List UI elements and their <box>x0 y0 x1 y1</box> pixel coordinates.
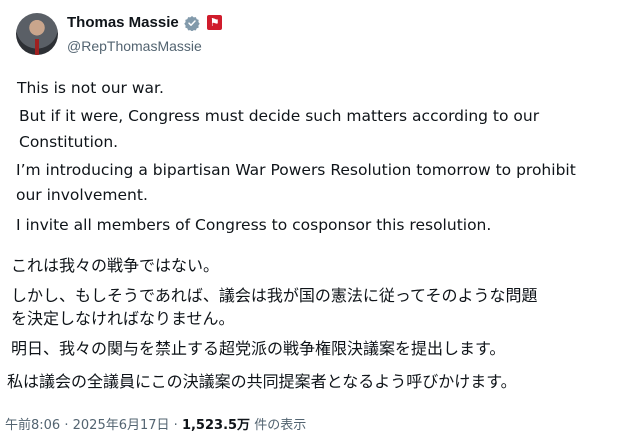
tweet-text-line: But if it were, Congress must decide suc… <box>19 107 540 125</box>
verified-badge-icon <box>184 16 200 31</box>
tweet-translation-line: しかし、もしそうであれば、議会は我が国の憲法に従ってそのような問題 <box>11 286 538 305</box>
tweet-text-line: I’m introducing a bipartisan War Powers … <box>16 161 576 179</box>
tweet-time[interactable]: 午前8:06 <box>5 418 60 433</box>
tweet-translation-line: を決定しなければなりません。 <box>11 309 235 328</box>
avatar[interactable] <box>16 13 58 55</box>
tweet-translation-line: 私は議会の全議員にこの決議案の共同提案者となるよう呼びかけます。 <box>7 372 517 391</box>
author-name[interactable]: Thomas Massie <box>67 14 179 31</box>
government-flag-icon: ⚑ <box>207 15 222 30</box>
author-handle[interactable]: @RepThomasMassie <box>67 38 202 54</box>
meta-separator: · <box>173 418 178 433</box>
tweet-translation-line: これは我々の戦争ではない。 <box>11 256 220 275</box>
tweet-translation-line: 明日、我々の関与を禁止する超党派の戦争権限決議案を提出します。 <box>11 339 506 358</box>
tweet-text-line: This is not our war. <box>17 79 164 97</box>
meta-separator: · <box>64 418 69 433</box>
tweet-text-line: our involvement. <box>16 186 148 204</box>
tweet-text-line: I invite all members of Congress to cosp… <box>16 216 492 234</box>
tweet-metadata: 午前8:06 · 2025年6月17日 · 1,523.5万 件の表示 <box>5 414 306 433</box>
tweet-text-line: Constitution. <box>19 133 119 151</box>
tweet-date[interactable]: 2025年6月17日 <box>73 418 170 433</box>
views-count[interactable]: 1,523.5万 <box>182 418 250 433</box>
views-label: 件の表示 <box>254 418 307 433</box>
